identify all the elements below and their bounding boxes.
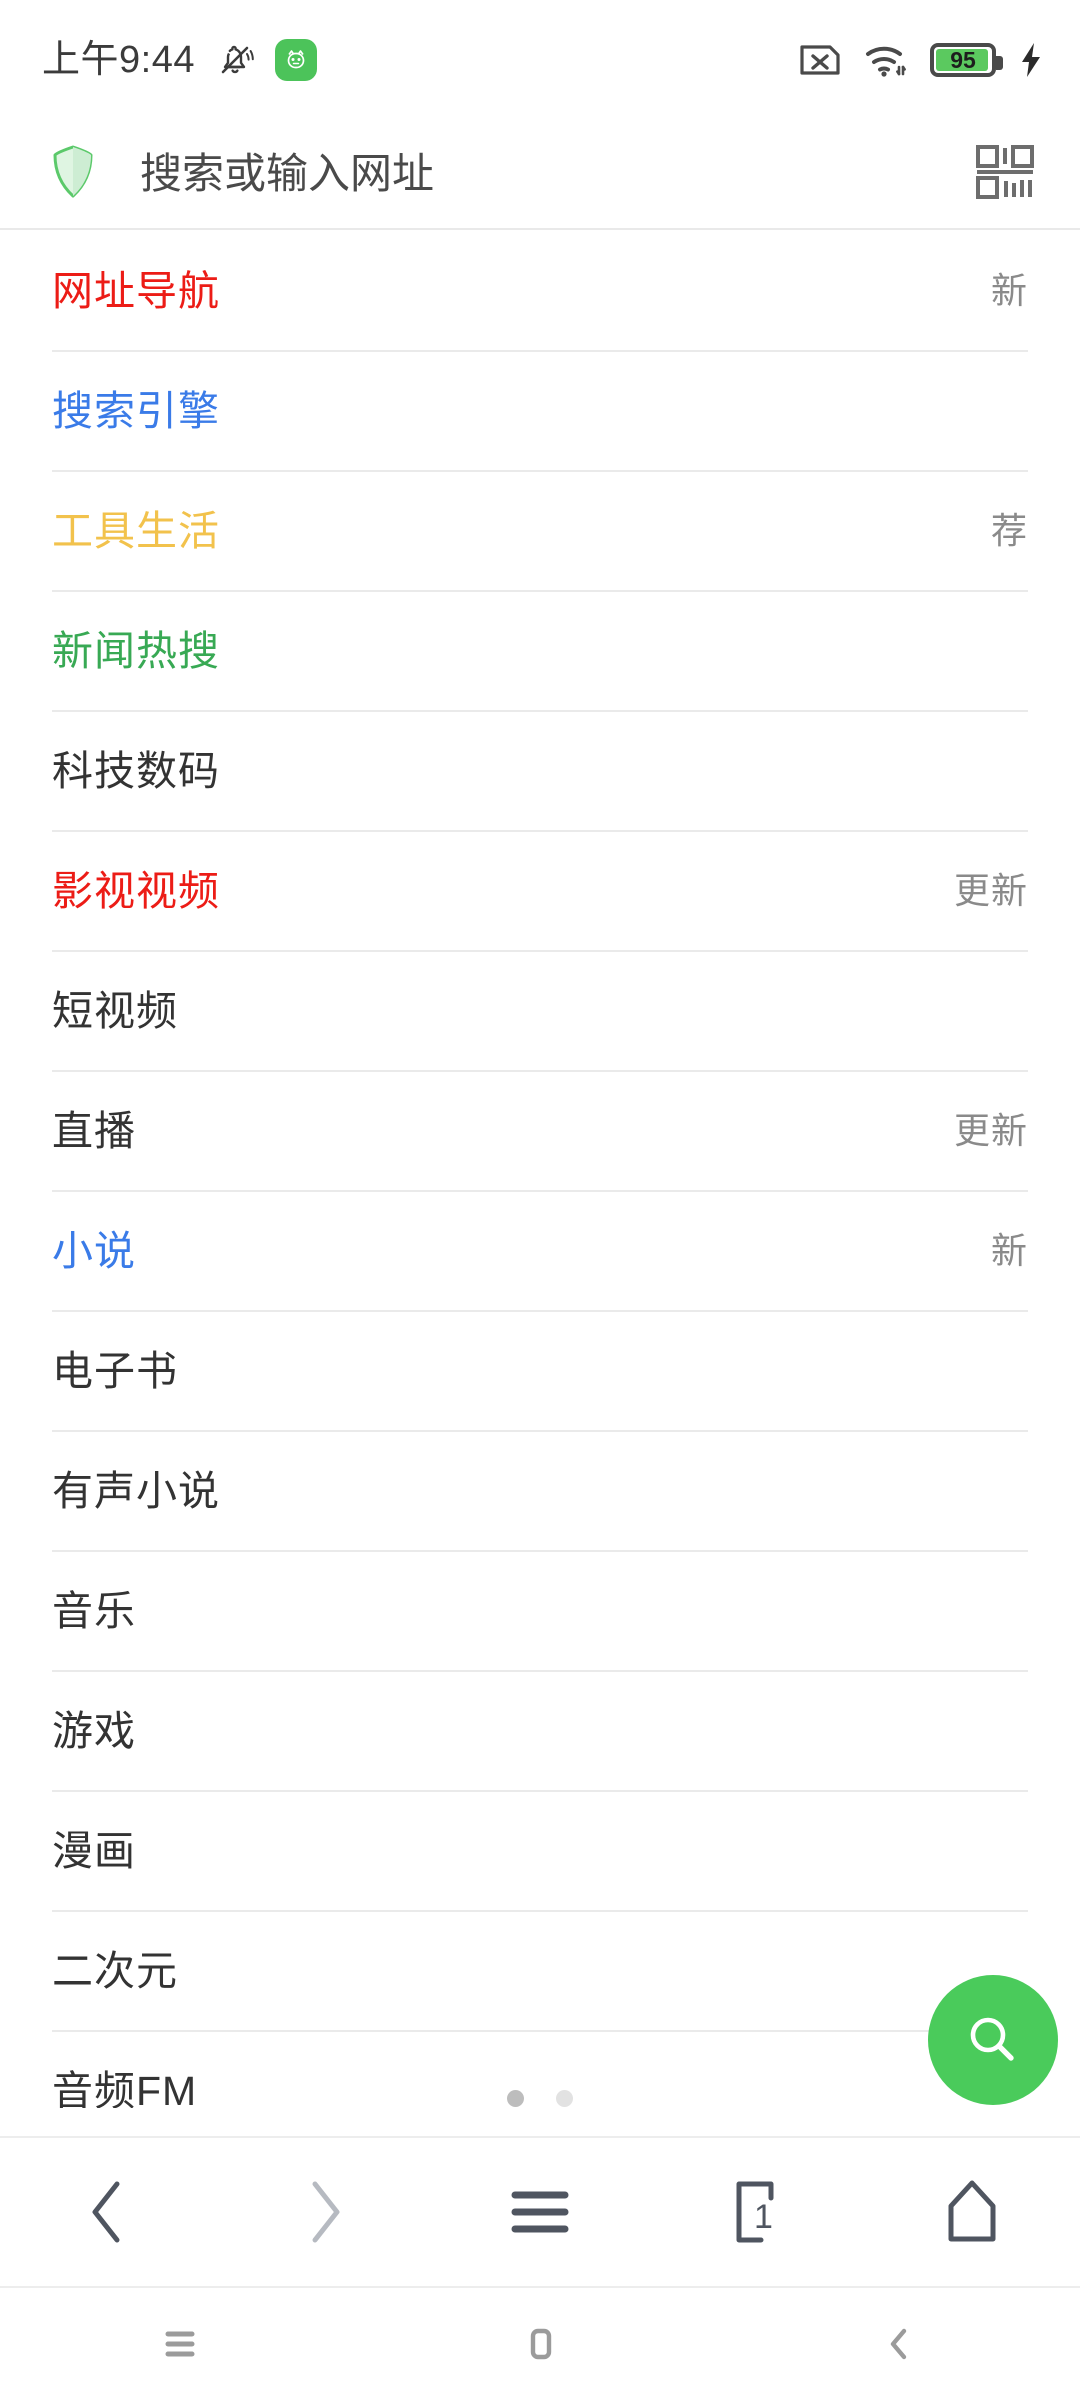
home-icon [948,2180,996,2242]
category-label: 电子书 [52,1347,178,1394]
tabs-button[interactable]: 1 [681,2136,831,2288]
search-icon [970,2017,1014,2061]
green-app-icon [274,39,317,81]
category-row[interactable]: 科技数码 [52,712,1028,832]
category-row[interactable]: 直播 更新 [52,1072,1028,1192]
category-badge: 新 [990,1230,1028,1271]
category-row[interactable]: 游戏 [52,1672,1028,1792]
android-recents-button[interactable] [100,2288,260,2400]
category-row[interactable]: 有声小说 [52,1432,1028,1552]
category-badge: 荐 [990,510,1028,551]
category-badge: 新 [990,270,1028,311]
bell-muted-icon [215,40,255,80]
menu-button[interactable] [465,2136,615,2288]
pager-dots [0,2090,1080,2107]
forward-button[interactable] [249,2136,399,2288]
category-badge: 更新 [953,870,1028,911]
back-icon [890,2328,907,2360]
status-bar-left: 上午9:44 [42,39,317,81]
battery-indicator: 95 [930,43,1003,77]
search-input[interactable]: 搜索或输入网址 [140,153,974,195]
back-icon [92,2181,120,2243]
category-row[interactable]: 电子书 [52,1312,1028,1432]
category-row[interactable]: 短视频 [52,952,1028,1072]
back-button[interactable] [33,2136,183,2288]
battery-level: 95 [950,46,976,73]
category-label: 搜索引擎 [52,387,220,434]
category-label: 网址导航 [52,267,220,314]
android-home-button[interactable] [460,2288,620,2400]
android-back-button[interactable] [820,2288,980,2400]
status-bar: 上午9:44 95 [0,0,1080,120]
category-row[interactable]: 网址导航 新 [52,232,1028,352]
search-bar[interactable]: 搜索或输入网址 [0,120,1080,230]
category-row[interactable]: 音乐 [52,1552,1028,1672]
category-row[interactable]: 漫画 [52,1792,1028,1912]
category-row[interactable]: 搜索引擎 [52,352,1028,472]
menu-icon [511,2191,569,2233]
category-label: 小说 [52,1227,136,1274]
pager-dot [556,2090,573,2107]
search-fab-button[interactable] [928,1975,1058,2105]
category-label: 科技数码 [52,747,220,794]
recents-icon [165,2331,195,2357]
category-label: 二次元 [52,1947,178,1994]
category-label: 工具生活 [52,507,220,554]
category-label: 有声小说 [52,1467,220,1514]
category-label: 短视频 [52,987,178,1034]
wifi-icon [864,41,908,79]
browser-toolbar: 1 [0,2136,1080,2288]
category-label: 影视视频 [52,867,220,914]
pager-dot [507,2090,524,2107]
category-list[interactable]: 网址导航新搜索引擎 工具生活荐新闻热搜 科技数码 影视视频 更新 短视频 直播 更新 小说新电子… [0,232,1080,2108]
category-label: 直播 [52,1107,136,1154]
category-row[interactable]: 影视视频 更新 [52,832,1028,952]
category-row[interactable]: 小说 新 [52,1192,1028,1312]
category-row[interactable]: 新闻热搜 [52,592,1028,712]
category-label: 游戏 [52,1707,136,1754]
phone-screen: 上午9:44 95 搜索或输入网址 网址导航 新 搜索引擎 工具生活 荐 新闻热… [0,0,1080,2400]
lightning-bolt-icon [1018,41,1044,79]
status-time: 上午9:44 [42,39,195,81]
category-label: 新闻热搜 [52,627,220,674]
qr-scan-icon[interactable] [974,143,1046,206]
home-icon [530,2328,552,2360]
category-badge: 更新 [953,1110,1028,1151]
category-label: 漫画 [52,1827,136,1874]
category-row[interactable]: 二次元 [52,1912,1028,2032]
tab-count-label: 1 [754,2198,773,2236]
category-label: 音乐 [52,1587,136,1634]
category-row[interactable]: 工具生活 荐 [52,472,1028,592]
forward-icon [312,2181,340,2243]
sim-card-no-service-icon [798,43,842,77]
android-nav-bar [0,2288,1080,2400]
status-bar-right: 95 [798,41,1044,79]
home-button[interactable] [897,2136,1047,2288]
shield-icon [48,144,98,205]
